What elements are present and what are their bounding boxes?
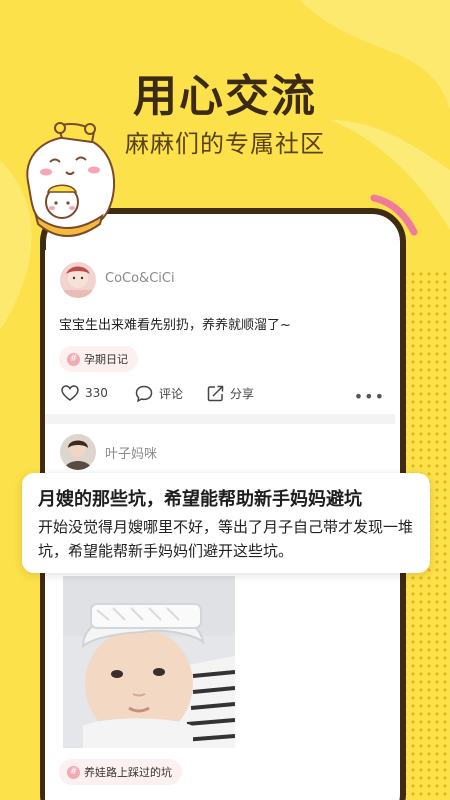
more-icon[interactable]: ••• [354,387,385,406]
avatar-image [60,262,96,298]
share-icon [207,385,224,402]
comment-label: 评论 [159,387,184,401]
callout-title: 月嫂的那些坑，希望能帮助新手妈妈避坑 [38,489,362,510]
share-button[interactable]: 分享 [207,385,254,402]
hash-icon: # [67,352,80,366]
comment-button[interactable]: 评论 [135,385,183,402]
divider [45,414,395,424]
topic-tag[interactable]: # 养娃路上踩过的坑 [59,759,182,785]
like-button[interactable]: 330 [61,385,108,401]
topic-tag[interactable]: # 孕期日记 [59,346,138,372]
heart-icon [61,385,79,401]
baby-photo [63,576,235,748]
avatar[interactable] [60,434,96,470]
hash-icon: # [67,765,80,779]
username[interactable]: 叶子妈咪 [105,443,157,462]
callout-body: 开始没觉得月嫂哪里不好，等出了月子自己带才发现一堆坑，希望能帮新手妈妈们避开这些… [38,518,414,560]
post-photo[interactable] [63,576,235,748]
avatar[interactable] [60,262,96,298]
like-count: 330 [85,386,108,400]
post-actions: 330 评论 分享 ••• [61,385,391,409]
tag-label: 孕期日记 [84,353,128,366]
avatar-image [60,434,96,470]
post-text: 宝宝生出来难看先别扔，养养就顺溜了~ [59,318,291,333]
comment-icon [135,385,153,402]
post-card[interactable]: CoCo&CiCi 宝宝生出来难看先别扔，养养就顺溜了~ # 孕期日记 330 … [45,250,395,420]
username[interactable]: CoCo&CiCi [105,271,175,286]
share-label: 分享 [230,387,255,401]
tag-label: 养娃路上踩过的坑 [84,766,172,779]
highlight-callout[interactable]: 月嫂的那些坑，希望能帮助新手妈妈避坑 开始没觉得月嫂哪里不好，等出了月子自己带才… [22,473,430,573]
hero-title: 用心交流 [133,71,317,122]
